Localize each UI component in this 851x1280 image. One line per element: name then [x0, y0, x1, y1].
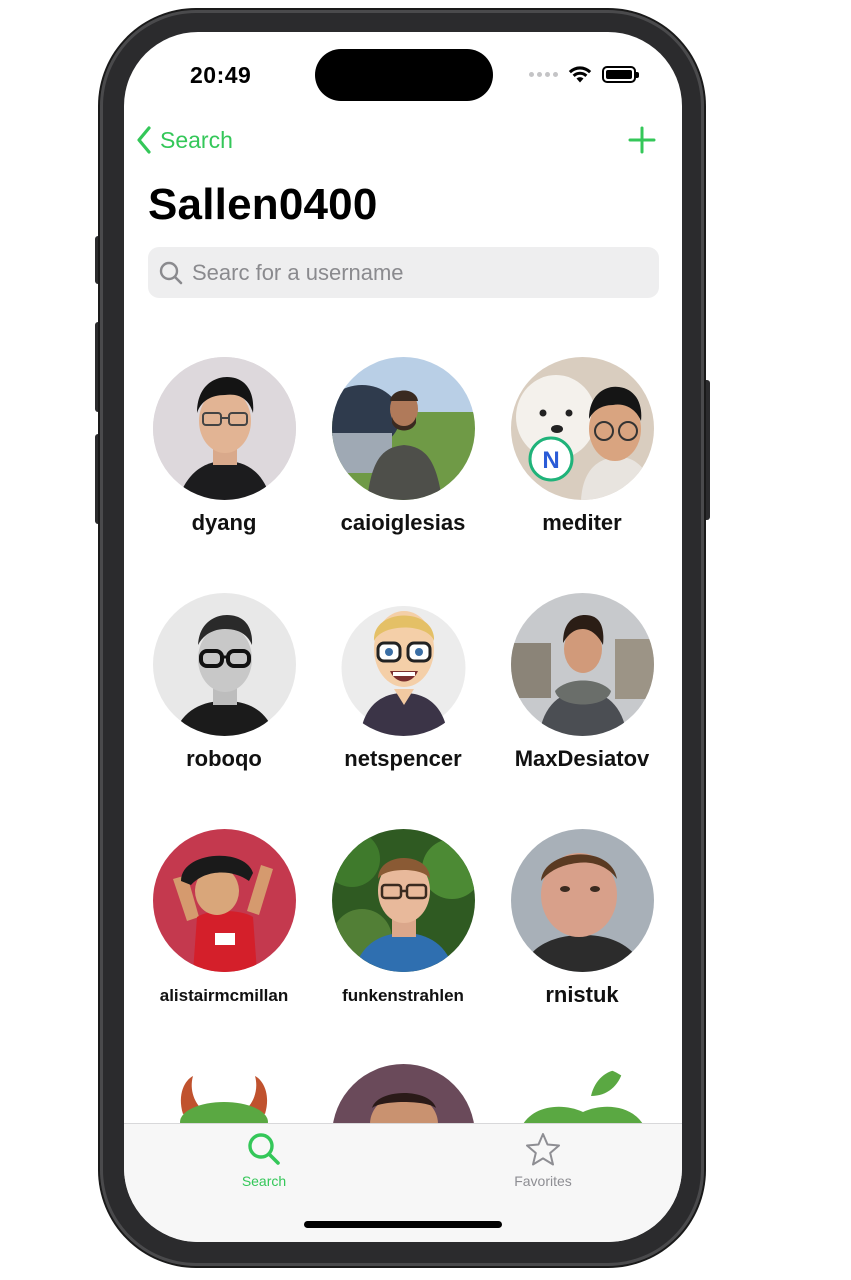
user-cell-dyang[interactable]: dyang	[134, 357, 314, 536]
user-cell-roboqo[interactable]: roboqo	[134, 593, 314, 772]
star-icon	[526, 1133, 560, 1166]
avatar	[331, 829, 475, 972]
user-cell-alistairmcmillan[interactable]: alistairmcmillan	[134, 829, 314, 1006]
home-indicator	[304, 1221, 502, 1228]
username-label: funkenstrahlen	[342, 986, 464, 1005]
avatar	[510, 829, 654, 972]
username-label: dyang	[191, 510, 257, 535]
username-label: caioiglesias	[340, 510, 466, 535]
tab-favorites-label: Favorites	[514, 1173, 572, 1189]
user-cell-caioiglesias[interactable]: caioiglesias	[313, 357, 493, 536]
username-label: rnistuk	[545, 982, 619, 1007]
avatar	[331, 593, 475, 736]
tab-search-label: Search	[241, 1173, 287, 1189]
username-label: roboqo	[186, 746, 262, 771]
avatar	[152, 357, 296, 500]
username-label: mediter	[542, 510, 622, 535]
app-screen: 20:49 Search Sallen0400 Searc for a user…	[124, 32, 682, 1242]
user-cell-maxdesiatov[interactable]: MaxDesiatov	[492, 593, 672, 772]
user-cell-funkenstrahlen[interactable]: funkenstrahlen	[313, 829, 493, 1006]
user-cell-netspencer[interactable]: netspencer	[313, 593, 493, 772]
svg-text:N: N	[542, 447, 559, 474]
avatar	[152, 829, 296, 972]
user-cell-rnistuk[interactable]: rnistuk	[492, 829, 672, 1008]
user-cell-mediter[interactable]: N mediter	[492, 357, 672, 536]
username-label: netspencer	[344, 746, 462, 771]
username-label: MaxDesiatov	[514, 746, 650, 771]
tab-favorites[interactable]: Favorites	[483, 1132, 603, 1189]
user-grid: dyang caioiglesias N mediter roboqo nets…	[124, 32, 682, 1242]
tab-search[interactable]: Search	[204, 1132, 324, 1189]
username-label: alistairmcmillan	[159, 986, 289, 1005]
avatar	[510, 593, 654, 736]
avatar: N	[510, 357, 654, 500]
avatar	[152, 593, 296, 736]
magnifying-glass-icon	[248, 1133, 280, 1165]
avatar	[331, 357, 475, 500]
